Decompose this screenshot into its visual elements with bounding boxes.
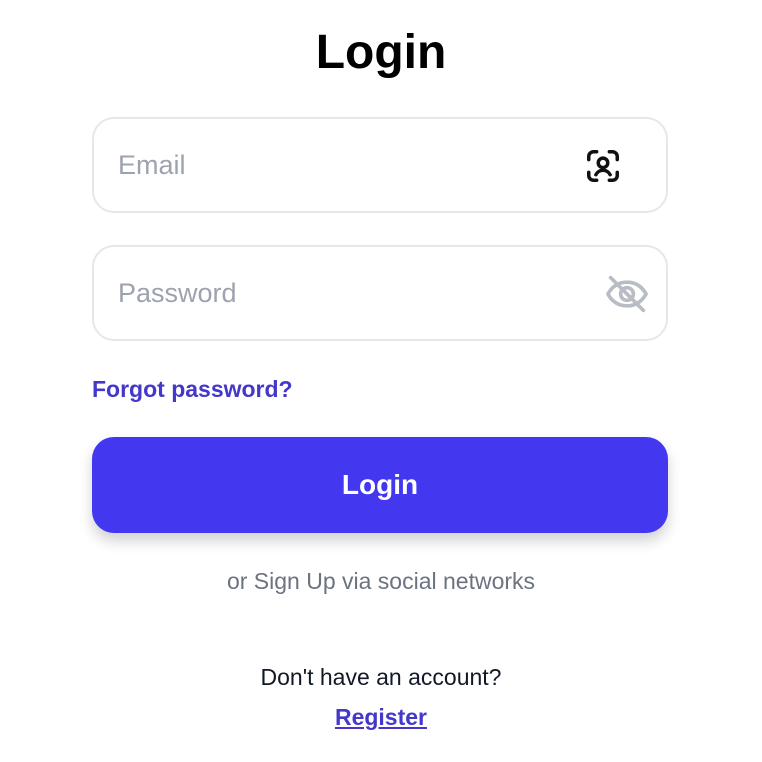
forgot-password-link[interactable]: Forgot password? — [92, 374, 293, 404]
email-field-container — [92, 117, 668, 213]
password-field[interactable] — [118, 247, 578, 339]
eye-off-icon[interactable] — [604, 274, 650, 314]
face-id-icon[interactable] — [584, 147, 622, 185]
login-page: Login Forgot password? Login or Sign Up … — [0, 0, 762, 762]
page-title: Login — [315, 26, 447, 79]
no-account-text: Don't have an account? — [260, 664, 502, 690]
register-container: Register — [0, 702, 762, 736]
social-signup-text: or Sign Up via social networks — [226, 568, 536, 594]
email-field[interactable] — [118, 119, 578, 211]
register-link[interactable]: Register — [335, 704, 427, 730]
login-button[interactable]: Login — [92, 437, 668, 533]
password-field-container — [92, 245, 668, 341]
